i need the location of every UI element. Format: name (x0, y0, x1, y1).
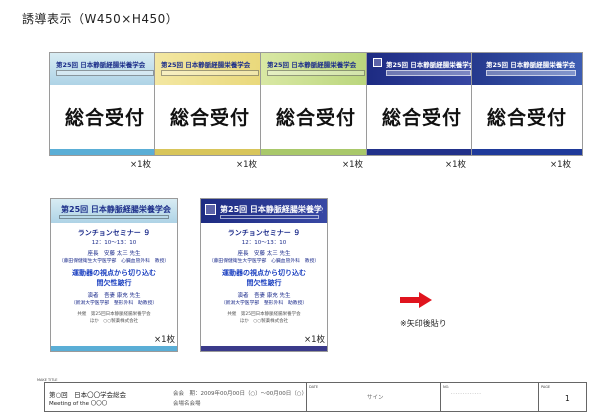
reception-sign-2[interactable]: 第25回 日本静脈経腸栄養学会 総合受付 (154, 52, 266, 156)
seminar-talk-title: 運動器の視点から切り込む (222, 269, 306, 277)
sign-bottom-bar (50, 149, 160, 155)
seminar-header-band: 第25回 日本静脈経腸栄養学会 (201, 199, 327, 223)
title-block-page-label: PAGE (541, 385, 551, 389)
seminar-sign-1[interactable]: 第25回 日本静脈経腸栄養学会 ランチョンセミナー ９ 12：10～13：10 … (50, 198, 178, 352)
sign-band-subtitle-box (161, 70, 259, 76)
red-arrow-icon (400, 292, 432, 308)
conference-logo-icon (205, 204, 216, 215)
sign-header-band: 第25回 日本静脈経腸栄養学会 (155, 53, 265, 85)
seminar-chair-affiliation: （藤田保健衛生大学医学部 心臓血管外科 教授） (58, 259, 170, 264)
sign-band-subtitle-box (56, 70, 154, 76)
sign-band-title: 第25回 日本静脈経腸栄養学会 (56, 61, 146, 69)
quantity-label: ×1枚 (304, 335, 326, 345)
reception-sign-5[interactable]: 第25回 日本静脈経腸栄養学会 総合受付 (471, 52, 583, 156)
seminar-talk-title: 運動器の視点から切り込む (72, 269, 156, 277)
sign-band-subtitle-box (267, 70, 365, 76)
title-block-venue: 会場名会場 (173, 401, 201, 407)
quantity-label: ×1枚 (342, 160, 364, 170)
sign-band-title: 第25回 日本静脈経腸栄養学会 (486, 61, 576, 69)
title-block-session-dates: 会会 期：2009年00月00日（○）～00月00日（○） (173, 391, 308, 397)
seminar-time: 12：10～13：10 (241, 240, 287, 246)
quantity-label: ×1枚 (550, 160, 572, 170)
seminar-bottom-bar (201, 346, 327, 351)
sign-header-band: 第25回 日本静脈経腸栄養学会 (472, 53, 582, 85)
seminar-cosponsor: ほか ○○製薬株式会社 (89, 319, 139, 324)
sign-bottom-bar (261, 149, 371, 155)
seminar-speaker: 演者 吾妻 康充 先生 (87, 293, 141, 299)
seminar-time: 12：10～13：10 (91, 240, 137, 246)
title-block-number-dashes: - - - - - - - - - - - - - (451, 391, 481, 395)
sign-main-text: 総合受付 (64, 107, 145, 129)
reception-sign-1[interactable]: 第25回 日本静脈経腸栄養学会 総合受付 (49, 52, 161, 156)
seminar-talk-title: 間欠性跛行 (96, 279, 132, 287)
seminar-band-subtitle-box (220, 215, 319, 219)
title-block-signature-cell: DATE サイン (307, 383, 441, 411)
sign-main-text: 総合受付 (169, 107, 250, 129)
sign-band-subtitle-box (386, 70, 471, 76)
sign-main-text: 総合受付 (486, 107, 567, 129)
seminar-chair: 座長 安藤 太三 先生 (87, 251, 141, 257)
quantity-label: ×1枚 (236, 160, 258, 170)
reception-sign-3[interactable]: 第25回 日本静脈経腸栄養学会 総合受付 (260, 52, 372, 156)
conference-logo-icon (373, 58, 382, 67)
title-block-signature: サイン (367, 395, 384, 401)
seminar-speaker: 演者 吾妻 康充 先生 (237, 293, 291, 299)
sign-bottom-bar (472, 149, 582, 155)
seminar-speaker-affiliation: （新潟大学医学部 整形外科 助教授） (70, 301, 158, 306)
reception-sign-4[interactable]: 第25回 日本静脈経腸栄養学会 総合受付 (366, 52, 478, 156)
seminar-band-title: 第25回 日本静脈経腸栄養学会 (61, 205, 171, 214)
title-block-corner-label: MAKE TITLE (37, 378, 58, 382)
arrow-note: ※矢印後貼り (400, 319, 447, 328)
title-block-conference-name: 第○回 日本〇〇学会総会 (49, 391, 127, 399)
title-block-page-cell: PAGE 1 (539, 383, 586, 411)
sign-band-title: 第25回 日本静脈経腸栄養学会 (161, 61, 251, 69)
title-block-number-label: NO. (443, 385, 450, 389)
seminar-chair-affiliation: （藤田保健衛生大学医学部 心臓血管外科 教授） (208, 259, 320, 264)
title-block-conference-english: Meeting of the 〇〇〇 (49, 401, 108, 407)
quantity-label: ×1枚 (154, 335, 176, 345)
sign-header-band: 第25回 日本静脈経腸栄養学会 (261, 53, 371, 85)
seminar-name: ランチョンセミナー ９ (227, 229, 301, 237)
title-block-date-label: DATE (309, 385, 319, 389)
title-block-number-cell: NO. - - - - - - - - - - - - - (441, 383, 539, 411)
quantity-label: ×1枚 (445, 160, 467, 170)
seminar-cosponsor: ほか ○○製薬株式会社 (239, 319, 289, 324)
sign-header-band: 第25回 日本静脈経腸栄養学会 (367, 53, 477, 85)
sign-bottom-bar (367, 149, 477, 155)
page-title: 誘導表示（W450×H450） (22, 12, 179, 26)
sign-bottom-bar (155, 149, 265, 155)
seminar-header-band: 第25回 日本静脈経腸栄養学会 (51, 199, 177, 223)
sign-header-band: 第25回 日本静脈経腸栄養学会 (50, 53, 160, 85)
sign-main-text: 総合受付 (275, 107, 356, 129)
quantity-label: ×1枚 (130, 160, 152, 170)
seminar-name: ランチョンセミナー ９ (77, 229, 151, 237)
title-block-page-number: 1 (565, 394, 570, 403)
seminar-sign-2[interactable]: 第25回 日本静脈経腸栄養学会 ランチョンセミナー ９ 12：10～13：10 … (200, 198, 328, 352)
sign-band-title: 第25回 日本静脈経腸栄養学会 (267, 61, 357, 69)
sign-band-title: 第25回 日本静脈経腸栄養学会 (386, 61, 473, 69)
sign-main-text: 総合受付 (381, 107, 462, 129)
seminar-bottom-bar (51, 346, 177, 351)
seminar-band-subtitle-box (59, 215, 169, 219)
title-block-conference-cell: MAKE TITLE 第○回 日本〇〇学会総会 Meeting of the 〇… (37, 378, 308, 411)
seminar-cosponsor: 共催 第25回日本静脈経腸栄養学会 (227, 312, 301, 317)
drawing-title-block: MAKE TITLE 第○回 日本〇〇学会総会 Meeting of the 〇… (37, 378, 587, 412)
seminar-cosponsor: 共催 第25回日本静脈経腸栄養学会 (77, 312, 151, 317)
seminar-talk-title: 間欠性跛行 (246, 279, 282, 287)
seminar-band-title: 第25回 日本静脈経腸栄養学会 (220, 205, 323, 214)
seminar-speaker-affiliation: （新潟大学医学部 整形外科 助教授） (220, 301, 308, 306)
seminar-chair: 座長 安藤 太三 先生 (237, 251, 291, 257)
sign-band-subtitle-box (486, 70, 576, 76)
